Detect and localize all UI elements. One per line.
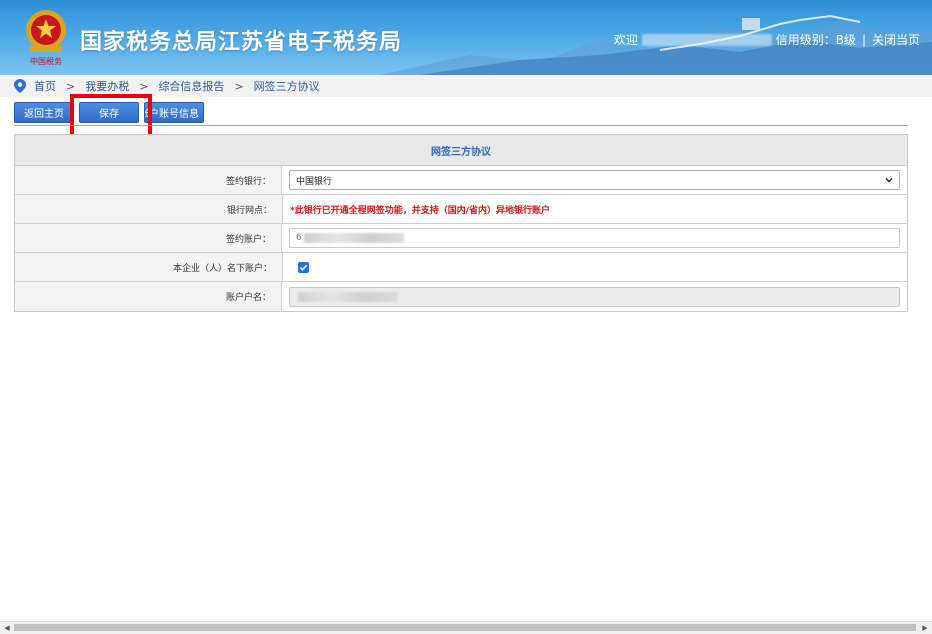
form-title: 网签三方协议 xyxy=(15,135,907,166)
own-account-label: 本企业（人）名下账户： xyxy=(15,253,283,281)
horizontal-scrollbar[interactable]: ◀ ▶ xyxy=(0,621,932,634)
scroll-left-icon[interactable]: ◀ xyxy=(2,623,12,633)
svg-text:中国税务: 中国税务 xyxy=(30,56,62,66)
holder-label: 账户户名： xyxy=(15,282,282,311)
redacted-username xyxy=(641,33,772,46)
divider xyxy=(14,125,908,126)
scrollbar-thumb[interactable] xyxy=(14,624,916,631)
tax-emblem-logo: 中国税务 xyxy=(26,10,66,66)
credit-level: 信用级别：B级 xyxy=(775,33,856,47)
breadcrumb-arrow: > xyxy=(234,79,244,93)
location-pin-icon xyxy=(14,79,26,93)
bank-select-value: 中国银行 xyxy=(296,176,333,187)
holder-row: 账户户名： xyxy=(15,282,907,311)
check-icon xyxy=(299,264,308,271)
redacted-account-number xyxy=(303,233,404,243)
save-button[interactable]: 保存 xyxy=(79,102,139,123)
redacted-holder-name xyxy=(298,291,398,302)
close-page-link[interactable]: 关闭当页 xyxy=(872,31,920,48)
agreement-form: 网签三方协议 签约银行： 中国银行 银行网点： *此银行已开通全程网签功能，并支… xyxy=(14,134,908,312)
breadcrumb-arrow: > xyxy=(66,79,76,93)
breadcrumb-tax[interactable]: 我要办税 xyxy=(85,78,129,94)
bank-select[interactable]: 中国银行 xyxy=(289,170,900,190)
own-account-row: 本企业（人）名下账户： xyxy=(15,253,907,282)
breadcrumb-home[interactable]: 首页 xyxy=(34,78,56,94)
holder-name-field xyxy=(289,286,900,307)
bank-label: 签约银行： xyxy=(15,166,282,194)
account-info-button[interactable]: 账户账号信息 xyxy=(144,102,204,123)
account-row: 签约账户： 6 xyxy=(15,224,907,253)
site-title: 国家税务总局江苏省电子税务局 xyxy=(80,30,403,55)
own-account-checkbox[interactable] xyxy=(298,261,309,273)
scroll-right-icon[interactable]: ▶ xyxy=(920,623,930,633)
account-prefix: 6 xyxy=(296,233,302,243)
breadcrumb-arrow: > xyxy=(139,79,149,93)
welcome-text: 欢迎 xyxy=(613,33,638,47)
account-label: 签约账户： xyxy=(15,224,282,252)
breadcrumb-info-report[interactable]: 综合信息报告 xyxy=(158,78,224,94)
site-header: 中国税务 国家税务总局江苏省电子税务局 欢迎 信用级别：B级 | 关闭当页 xyxy=(0,0,932,75)
branch-row: 银行网点： *此银行已开通全程网签功能，并支持（国内/省内）异地银行账户 xyxy=(15,195,907,224)
breadcrumb-current: 网签三方协议 xyxy=(253,80,320,93)
branch-label: 银行网点： xyxy=(15,195,283,223)
back-home-button[interactable]: 返回主页 xyxy=(14,102,74,123)
account-input[interactable]: 6 xyxy=(289,228,900,248)
separator: | xyxy=(861,32,866,47)
user-area: 欢迎 信用级别：B级 | 关闭当页 xyxy=(614,31,920,48)
breadcrumb: 首页 > 我要办税 > 综合信息报告 > 网签三方协议 xyxy=(0,75,932,97)
chevron-down-icon xyxy=(885,178,893,183)
toolbar: 返回主页 保存 账户账号信息 xyxy=(14,102,204,124)
bank-row: 签约银行： 中国银行 xyxy=(15,166,907,195)
branch-notice: *此银行已开通全程网签功能，并支持（国内/省内）异地银行账户 xyxy=(290,205,550,216)
